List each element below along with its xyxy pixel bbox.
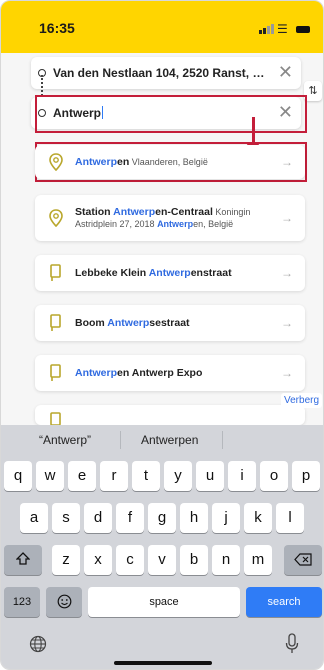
suggestion-divider (120, 431, 121, 449)
key[interactable]: a (20, 503, 48, 533)
search-key[interactable]: search (246, 587, 322, 617)
key[interactable]: z (52, 545, 80, 575)
signal-icon (259, 24, 274, 34)
key[interactable]: n (212, 545, 240, 575)
result-prefix: Lebbeke Klein (75, 267, 149, 279)
stop-icon (50, 264, 61, 281)
result-item[interactable]: Antwerpen Vlaanderen, België → (35, 145, 305, 179)
stop-icon (50, 412, 61, 425)
result-highlight: Antwerp (113, 206, 156, 218)
stop-icon (50, 314, 61, 331)
key[interactable]: f (116, 503, 144, 533)
pin-icon (49, 209, 63, 227)
key[interactable]: k (244, 503, 272, 533)
key[interactable]: w (36, 461, 64, 491)
key[interactable]: b (180, 545, 208, 575)
key[interactable]: t (132, 461, 160, 491)
status-bar: 16:35 ☰ (1, 1, 323, 47)
arrow-right-icon: → (281, 155, 293, 169)
backspace-icon (294, 553, 312, 566)
suggestion-item[interactable]: Antwerpen (141, 433, 198, 447)
suggestion-bar: “Antwerp” Antwerpen (1, 425, 323, 455)
result-highlight: Antwerp (75, 156, 117, 168)
result-highlight: Antwerp (107, 317, 150, 329)
phone-screen: 16:35 ☰ Van den Nestlaan 104, 2520 Ranst… (0, 0, 324, 670)
emoji-icon (57, 594, 71, 609)
key[interactable]: p (292, 461, 320, 491)
result-item[interactable]: Boom Antwerpsestraat → (35, 305, 305, 341)
result-item[interactable]: Station Antwerpen-Centraal Koningin Astr… (35, 195, 305, 241)
numbers-key[interactable]: 123 (4, 587, 40, 617)
result-rest: sestraat (149, 317, 190, 329)
result-label: Boom Antwerpsestraat (75, 317, 275, 329)
key[interactable]: y (164, 461, 192, 491)
home-indicator (114, 661, 212, 665)
key[interactable]: c (116, 545, 144, 575)
suggestion-item[interactable]: “Antwerp” (39, 433, 91, 447)
key[interactable]: d (84, 503, 112, 533)
delete-key[interactable] (284, 545, 322, 575)
result-label: Station Antwerpen-Centraal Koningin Astr… (75, 206, 275, 230)
result-rest: en (117, 156, 130, 168)
result-detail: Vlaanderen, België (129, 157, 208, 167)
key[interactable]: o (260, 461, 288, 491)
result-prefix: Boom (75, 317, 108, 329)
microphone-icon[interactable] (285, 633, 299, 655)
stop-icon (50, 364, 61, 381)
result-rest: en-Centraal (155, 206, 213, 218)
result-highlight-2: Antwerp (157, 219, 194, 229)
shift-icon (15, 552, 31, 565)
origin-value: Van den Nestlaan 104, 2520 Ranst, Bel... (53, 66, 273, 80)
pin-icon (49, 153, 63, 171)
space-key[interactable]: space (88, 587, 240, 617)
globe-icon[interactable] (29, 635, 47, 653)
result-label: Lebbeke Klein Antwerpenstraat (75, 267, 275, 279)
arrow-right-icon: → (281, 366, 293, 380)
result-item[interactable]: Antwerpen Antwerp Expo → (35, 355, 305, 391)
result-rest: en Antwerp Expo (117, 367, 203, 379)
keyboard: “Antwerp” Antwerpen q w e r t y u i o p … (1, 425, 323, 669)
hide-keyboard-button[interactable]: Verberg (281, 393, 323, 408)
clear-origin-icon[interactable]: ✕ (278, 62, 293, 83)
arrow-right-icon: → (281, 266, 293, 280)
key[interactable]: x (84, 545, 112, 575)
destination-highlight-box (35, 95, 307, 133)
key[interactable]: u (196, 461, 224, 491)
key[interactable]: q (4, 461, 32, 491)
result-item-partial[interactable] (35, 405, 305, 425)
battery-icon (296, 26, 310, 33)
suggestion-divider (222, 431, 223, 449)
result-highlight: Antwerp (75, 367, 117, 379)
key[interactable]: r (100, 461, 128, 491)
result-item[interactable]: Lebbeke Klein Antwerpenstraat → (35, 255, 305, 291)
arrow-right-icon: → (281, 211, 293, 225)
key[interactable]: h (180, 503, 208, 533)
key[interactable]: s (52, 503, 80, 533)
shift-key[interactable] (4, 545, 42, 575)
key[interactable]: v (148, 545, 176, 575)
emoji-key[interactable] (46, 587, 82, 617)
key[interactable]: m (244, 545, 272, 575)
result-label: Antwerpen Vlaanderen, België (75, 156, 275, 168)
status-time: 16:35 (39, 20, 75, 36)
result-detail-2: en, België (193, 219, 234, 229)
key[interactable]: g (148, 503, 176, 533)
result-label: Antwerpen Antwerp Expo (75, 367, 275, 379)
key[interactable]: l (276, 503, 304, 533)
origin-field[interactable]: Van den Nestlaan 104, 2520 Ranst, Bel...… (31, 57, 301, 89)
arrow-right-icon: → (281, 316, 293, 330)
key[interactable]: i (228, 461, 256, 491)
wifi-icon: ☰ (277, 22, 288, 36)
key[interactable]: j (212, 503, 240, 533)
result-highlight: Antwerp (148, 267, 191, 279)
key[interactable]: e (68, 461, 96, 491)
result-rest: enstraat (190, 267, 232, 279)
result-prefix: Station (75, 206, 114, 218)
